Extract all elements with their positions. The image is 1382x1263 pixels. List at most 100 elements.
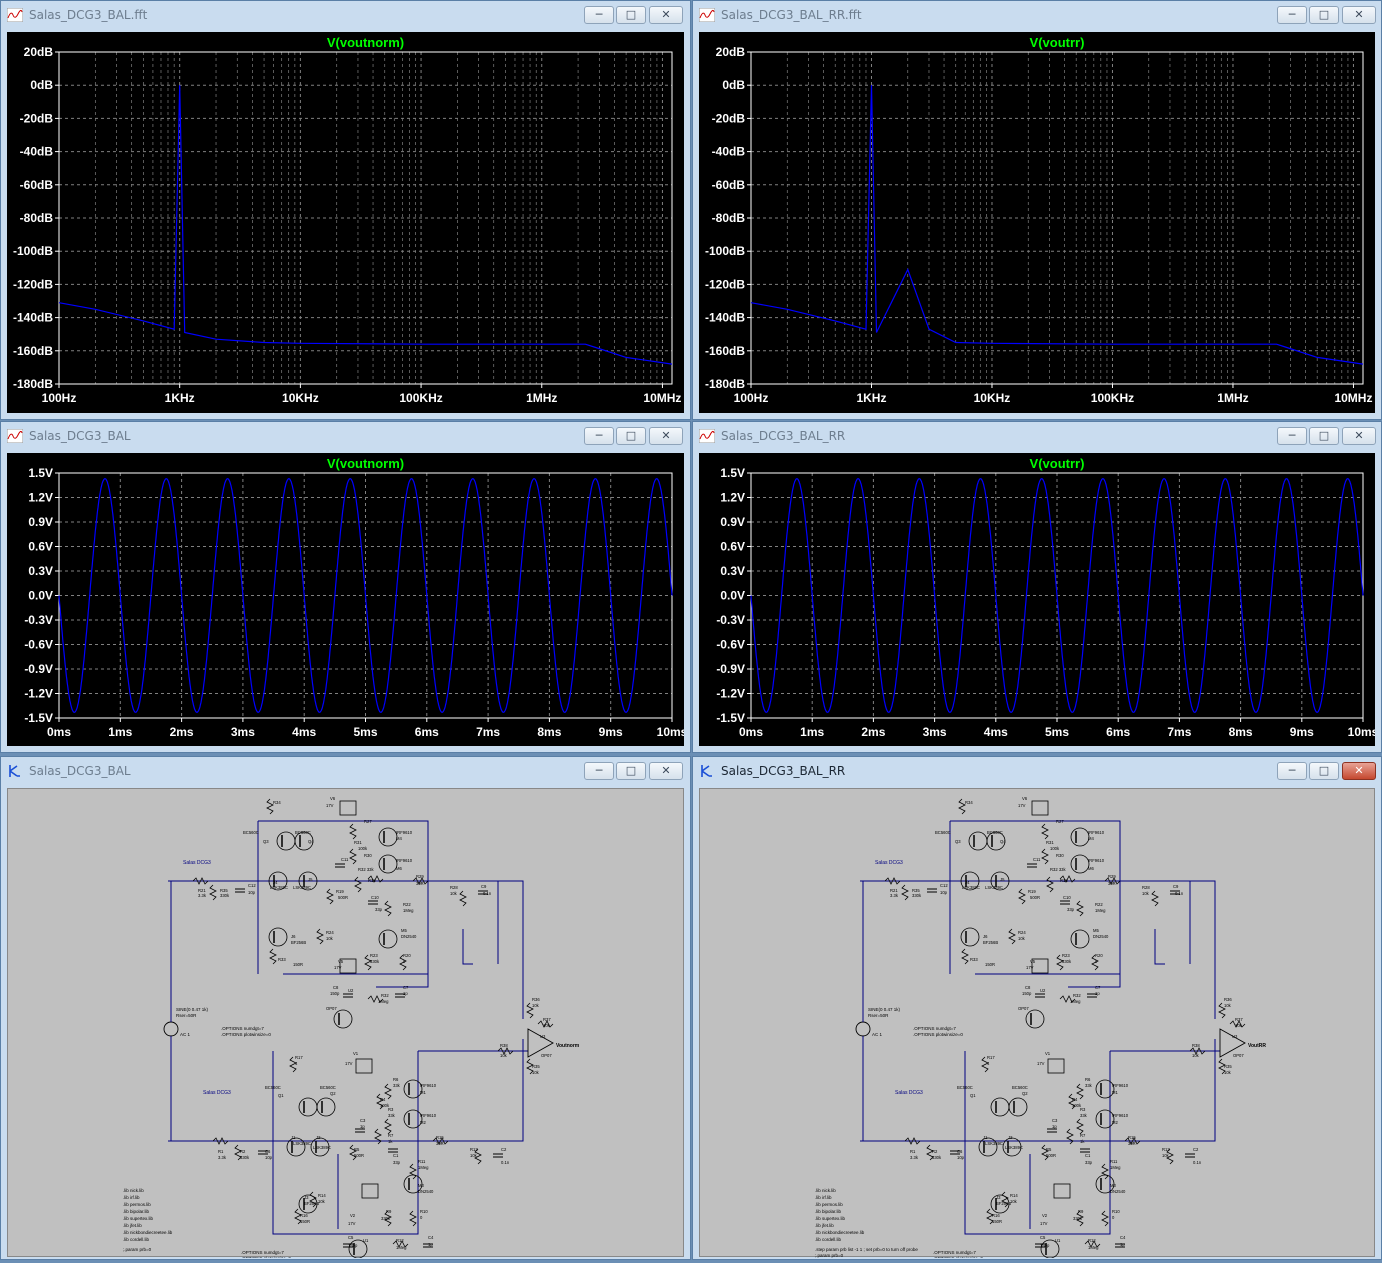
plot-pane[interactable]: V(voutnorm) 1.5V 1.2V 0.9V 0.6V 0.3V 0.0V -0.3V… <box>7 453 688 746</box>
minimize-button[interactable]: ─ <box>584 762 614 780</box>
component-designator: 4 <box>295 1061 298 1066</box>
y-tick-label: 0.9V <box>28 515 53 529</box>
y-tick-label: 0.3V <box>28 564 53 578</box>
fft-plot[interactable]: V(voutrr) 20dB 0dB -20dB -40dB -60dB -80dB -100… <box>699 32 1375 413</box>
window-fft-norm[interactable]: Salas_DCG3_BAL.fft ─ □ ✕ V(voutnorm) 20dB… <box>0 0 691 420</box>
minimize-button[interactable]: ─ <box>1277 762 1307 780</box>
maximize-button[interactable]: □ <box>616 762 646 780</box>
component-designator: R1 <box>218 1149 224 1154</box>
y-tick-label: 0.6V <box>720 540 745 554</box>
y-tick-label: -1.5V <box>716 711 745 725</box>
y-tick-label: -180dB <box>13 377 53 391</box>
resistor-r11 <box>1101 1163 1109 1180</box>
window-schematic-norm[interactable]: Salas_DCG3_BAL ─ □ ✕ Salas DCG3 Salas DCG… <box>0 756 691 1263</box>
component-designator: IRF9610 <box>420 1083 437 1088</box>
component-designator: U2 <box>348 988 354 993</box>
source-label: Rser=50R <box>176 1013 197 1018</box>
titlebar[interactable]: Salas_DCG3_BAL.fft ─ □ ✕ <box>1 1 690 31</box>
component-designator: 10p <box>940 890 948 895</box>
resistor-r7 <box>1066 1128 1074 1145</box>
component-designator: 0.1n <box>1193 1160 1202 1165</box>
resistor-r11 <box>409 1163 417 1180</box>
component-designator: R27 <box>364 819 372 824</box>
titlebar[interactable]: Salas_DCG3_BAL_RR ─ □ ✕ <box>693 422 1381 452</box>
resistor-r27 <box>349 823 357 840</box>
plot-pane[interactable]: V(voutrr) 20dB 0dB -20dB -40dB -60dB -80dB -100… <box>699 32 1375 413</box>
minimize-button[interactable]: ─ <box>1277 6 1307 24</box>
y-tick-label: 1.5V <box>720 466 745 480</box>
component-designator: 39R <box>1108 881 1116 886</box>
close-button[interactable]: ✕ <box>649 6 683 24</box>
component-designator: 150p <box>1022 991 1032 996</box>
component-designator: R29 <box>416 874 424 879</box>
close-button[interactable]: ✕ <box>649 427 683 445</box>
wire-output-top <box>168 880 524 1019</box>
plot-pane[interactable]: V(voutrr) 1.5V 1.2V 0.9V 0.6V 0.3V 0.0V -0.3V -0… <box>699 453 1379 746</box>
minimize-button[interactable]: ─ <box>1277 427 1307 445</box>
window-schematic-rr[interactable]: Salas_DCG3_BAL_RR ─ □ ✕ Salas DCG3 Salas … <box>692 756 1382 1263</box>
window-tran-rr[interactable]: Salas_DCG3_BAL_RR ─ □ ✕ V(voutrr) 1.5V 1.2… <box>692 421 1382 753</box>
titlebar[interactable]: Salas_DCG3_BAL ─ □ ✕ <box>1 422 690 452</box>
signal-source <box>855 1021 871 1037</box>
close-button[interactable]: ✕ <box>1342 6 1376 24</box>
schematic-label: Salas DCG3 <box>183 860 211 866</box>
plot-pane[interactable]: V(voutnorm) 20dB 0dB -20dB -40dB -60dB -80dB -1… <box>7 32 684 413</box>
y-tick-label: 20dB <box>716 45 746 59</box>
spice-options: .OPTIONS numdgt=7 <box>913 1026 956 1031</box>
maximize-button[interactable]: □ <box>616 6 646 24</box>
component-designator: V6 <box>1022 796 1028 801</box>
wire-r28 <box>462 929 473 965</box>
schematic-canvas[interactable]: Salas DCG3 Salas DCG3 SINE(0 0.47 1k) Rser=… <box>7 788 685 1263</box>
schematic-drawing[interactable]: Salas DCG3 Salas DCG3 SINE(0 0.47 1k)Rser=… <box>700 789 1376 1263</box>
component-designator: J5 <box>1000 877 1005 882</box>
component-designator: C5 <box>1040 1235 1046 1240</box>
component-designator: 3.3k <box>198 893 207 898</box>
schematic-canvas[interactable]: Salas DCG3 Salas DCG3 SINE(0 0.47 1k) Rser=… <box>699 788 1376 1263</box>
component-designator: IRF9610 <box>1112 1113 1129 1118</box>
maximize-button[interactable]: □ <box>1309 762 1339 780</box>
component-designator: U1 <box>363 1238 369 1243</box>
component-designator: R36 <box>532 997 540 1002</box>
component-designator: R3 <box>388 1107 394 1112</box>
maximize-button[interactable]: □ <box>1309 6 1339 24</box>
x-tick-label: 10ms <box>1348 725 1375 739</box>
component-designator: BC560C <box>935 830 951 835</box>
battery-v6 <box>1031 800 1049 816</box>
close-button[interactable]: ✕ <box>649 762 683 780</box>
opamp-u2 <box>1025 1009 1045 1029</box>
component-designator: C2 <box>1193 1147 1199 1152</box>
battery-v1 <box>1047 1058 1065 1074</box>
component-designator: 10p <box>248 890 256 895</box>
maximize-button[interactable]: □ <box>616 427 646 445</box>
titlebar[interactable]: Salas_DCG3_BAL ─ □ ✕ <box>1 757 690 787</box>
x-tick-label: 9ms <box>599 725 623 739</box>
x-tick-label: 8ms <box>1229 725 1253 739</box>
component-designator: R31 <box>354 840 362 845</box>
titlebar[interactable]: Salas_DCG3_BAL_RR ─ □ ✕ <box>693 757 1381 787</box>
component-designator: R9 <box>386 1209 392 1214</box>
spice-step: .step param prb list -1 1 ; set prb=0 to… <box>815 1247 918 1252</box>
maximize-button[interactable]: □ <box>1309 427 1339 445</box>
minimize-button[interactable]: ─ <box>584 427 614 445</box>
schematic-drawing[interactable]: Salas DCG3 Salas DCG3 SINE(0 0.47 1k)Rser=… <box>8 789 685 1263</box>
spice-directive: .lib nickbondiecreetee.lib <box>815 1230 865 1235</box>
component-designator: J1 <box>983 1135 988 1140</box>
component-designator: V2 <box>1042 1213 1048 1218</box>
window-tran-norm[interactable]: Salas_DCG3_BAL ─ □ ✕ V(voutnorm) 1.5V 1.2V… <box>0 421 691 753</box>
fft-plot[interactable]: V(voutnorm) 20dB 0dB -20dB -40dB -60dB -80dB -1… <box>7 32 684 413</box>
component-designator: 33p <box>1067 907 1075 912</box>
window-fft-rr[interactable]: Salas_DCG3_BAL_RR.fft ─ □ ✕ V(voutrr) 20d… <box>692 0 1382 420</box>
close-button[interactable]: ✕ <box>1342 427 1376 445</box>
component-designator: 33k <box>388 1113 396 1118</box>
component-designator: 500R <box>1046 1153 1056 1158</box>
transient-plot[interactable]: V(voutrr) 1.5V 1.2V 0.9V 0.6V 0.3V 0.0V -0.3V -0… <box>699 453 1378 746</box>
component-designator: BF256B <box>291 940 306 945</box>
titlebar[interactable]: Salas_DCG3_BAL_RR.fft ─ □ ✕ <box>693 1 1381 31</box>
minimize-button[interactable]: ─ <box>584 6 614 24</box>
component-designator: 17V <box>334 965 342 970</box>
y-tick-label: -180dB <box>705 377 745 391</box>
component-designator: 150p <box>348 1243 358 1248</box>
transient-plot[interactable]: V(voutnorm) 1.5V 1.2V 0.9V 0.6V 0.3V 0.0V -0.3V… <box>7 453 687 746</box>
close-button[interactable]: ✕ <box>1342 762 1376 780</box>
component-designator: 33k <box>393 1083 401 1088</box>
